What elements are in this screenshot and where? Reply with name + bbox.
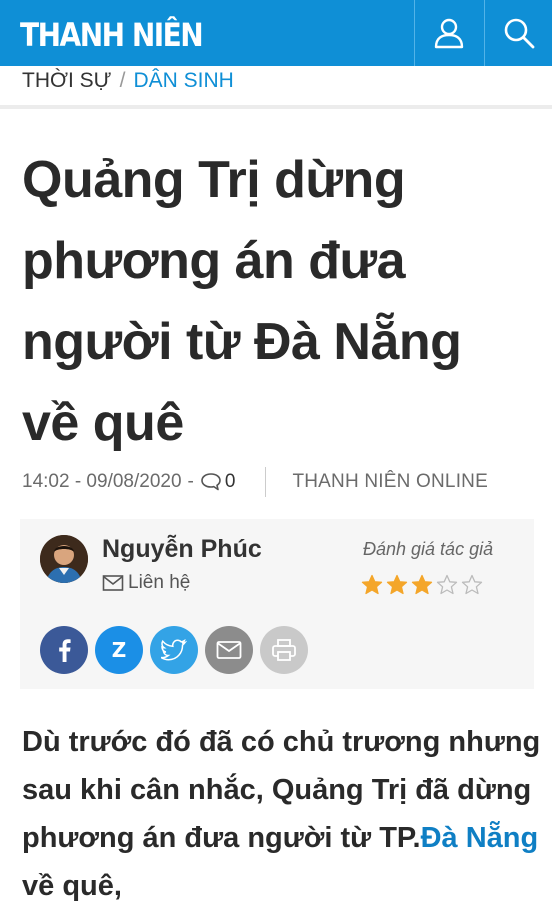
star-empty-icon[interactable]: [436, 574, 458, 596]
share-facebook-button[interactable]: [40, 626, 88, 674]
comment-icon: [201, 473, 221, 491]
twitter-icon: [161, 639, 187, 661]
mail-icon: [102, 575, 124, 591]
author-box: Nguyễn Phúc Liên hệ Đánh giá tác giả Z: [20, 519, 534, 689]
lead-tail: về quê,: [22, 870, 122, 902]
comment-link[interactable]: 0: [200, 471, 236, 493]
title-line: về quê: [22, 394, 184, 452]
article-source[interactable]: THANH NIÊN ONLINE: [292, 471, 488, 493]
star-filled-icon[interactable]: [411, 574, 433, 596]
user-button[interactable]: [414, 0, 482, 66]
breadcrumb-separator: /: [119, 69, 126, 92]
author-avatar[interactable]: [40, 535, 88, 583]
search-icon: [504, 18, 534, 49]
print-button[interactable]: [260, 626, 308, 674]
author-contact-link[interactable]: Liên hệ: [102, 572, 190, 594]
lead-link-da-nang[interactable]: Đà Nẵng: [421, 822, 539, 854]
contact-label: Liên hệ: [128, 572, 191, 593]
breadcrumb-subsection[interactable]: DÂN SINH: [133, 69, 233, 92]
title-line: Quảng Trị dừng: [22, 151, 406, 209]
title-line: phương án đưa: [22, 232, 406, 290]
meta-separator: [265, 467, 267, 497]
breadcrumb: THỜI SỰ / DÂN SINH: [22, 68, 234, 94]
facebook-icon: [59, 639, 71, 662]
share-twitter-button[interactable]: [150, 626, 198, 674]
star-filled-icon[interactable]: [361, 574, 383, 596]
zalo-icon: Z: [111, 638, 127, 662]
header-divider: [0, 105, 552, 109]
author-name[interactable]: Nguyễn Phúc: [102, 535, 262, 564]
article-title: Quảng Trị dừng phương án đưa người từ Đà…: [22, 140, 542, 464]
user-icon: [434, 18, 463, 49]
avatar-image: [40, 535, 88, 583]
star-empty-icon[interactable]: [461, 574, 483, 596]
title-line: người từ Đà Nẵng: [22, 313, 462, 371]
share-email-button[interactable]: [205, 626, 253, 674]
search-button[interactable]: [484, 0, 552, 66]
article-lead: Dù trước đó đã có chủ trương nhưng sau k…: [22, 718, 542, 910]
site-logo[interactable]: THANH NIÊN: [20, 16, 204, 54]
rating-label: Đánh giá tác giả: [363, 539, 494, 559]
breadcrumb-section[interactable]: THỜI SỰ: [22, 69, 112, 92]
comment-count: 0: [224, 471, 236, 492]
site-header: THANH NIÊN: [0, 0, 552, 66]
publish-time: 14:02 - 09/08/2020: [22, 471, 182, 492]
star-filled-icon[interactable]: [386, 574, 408, 596]
mail-icon: [216, 641, 242, 659]
author-rating-stars[interactable]: [361, 574, 483, 596]
share-zalo-button[interactable]: Z: [95, 626, 143, 674]
article-meta: 14:02 - 09/08/2020 - 0 THANH NIÊN ONLINE: [22, 466, 532, 498]
print-icon: [272, 639, 296, 661]
share-row: Z: [40, 626, 308, 674]
meta-dash: -: [187, 471, 194, 492]
